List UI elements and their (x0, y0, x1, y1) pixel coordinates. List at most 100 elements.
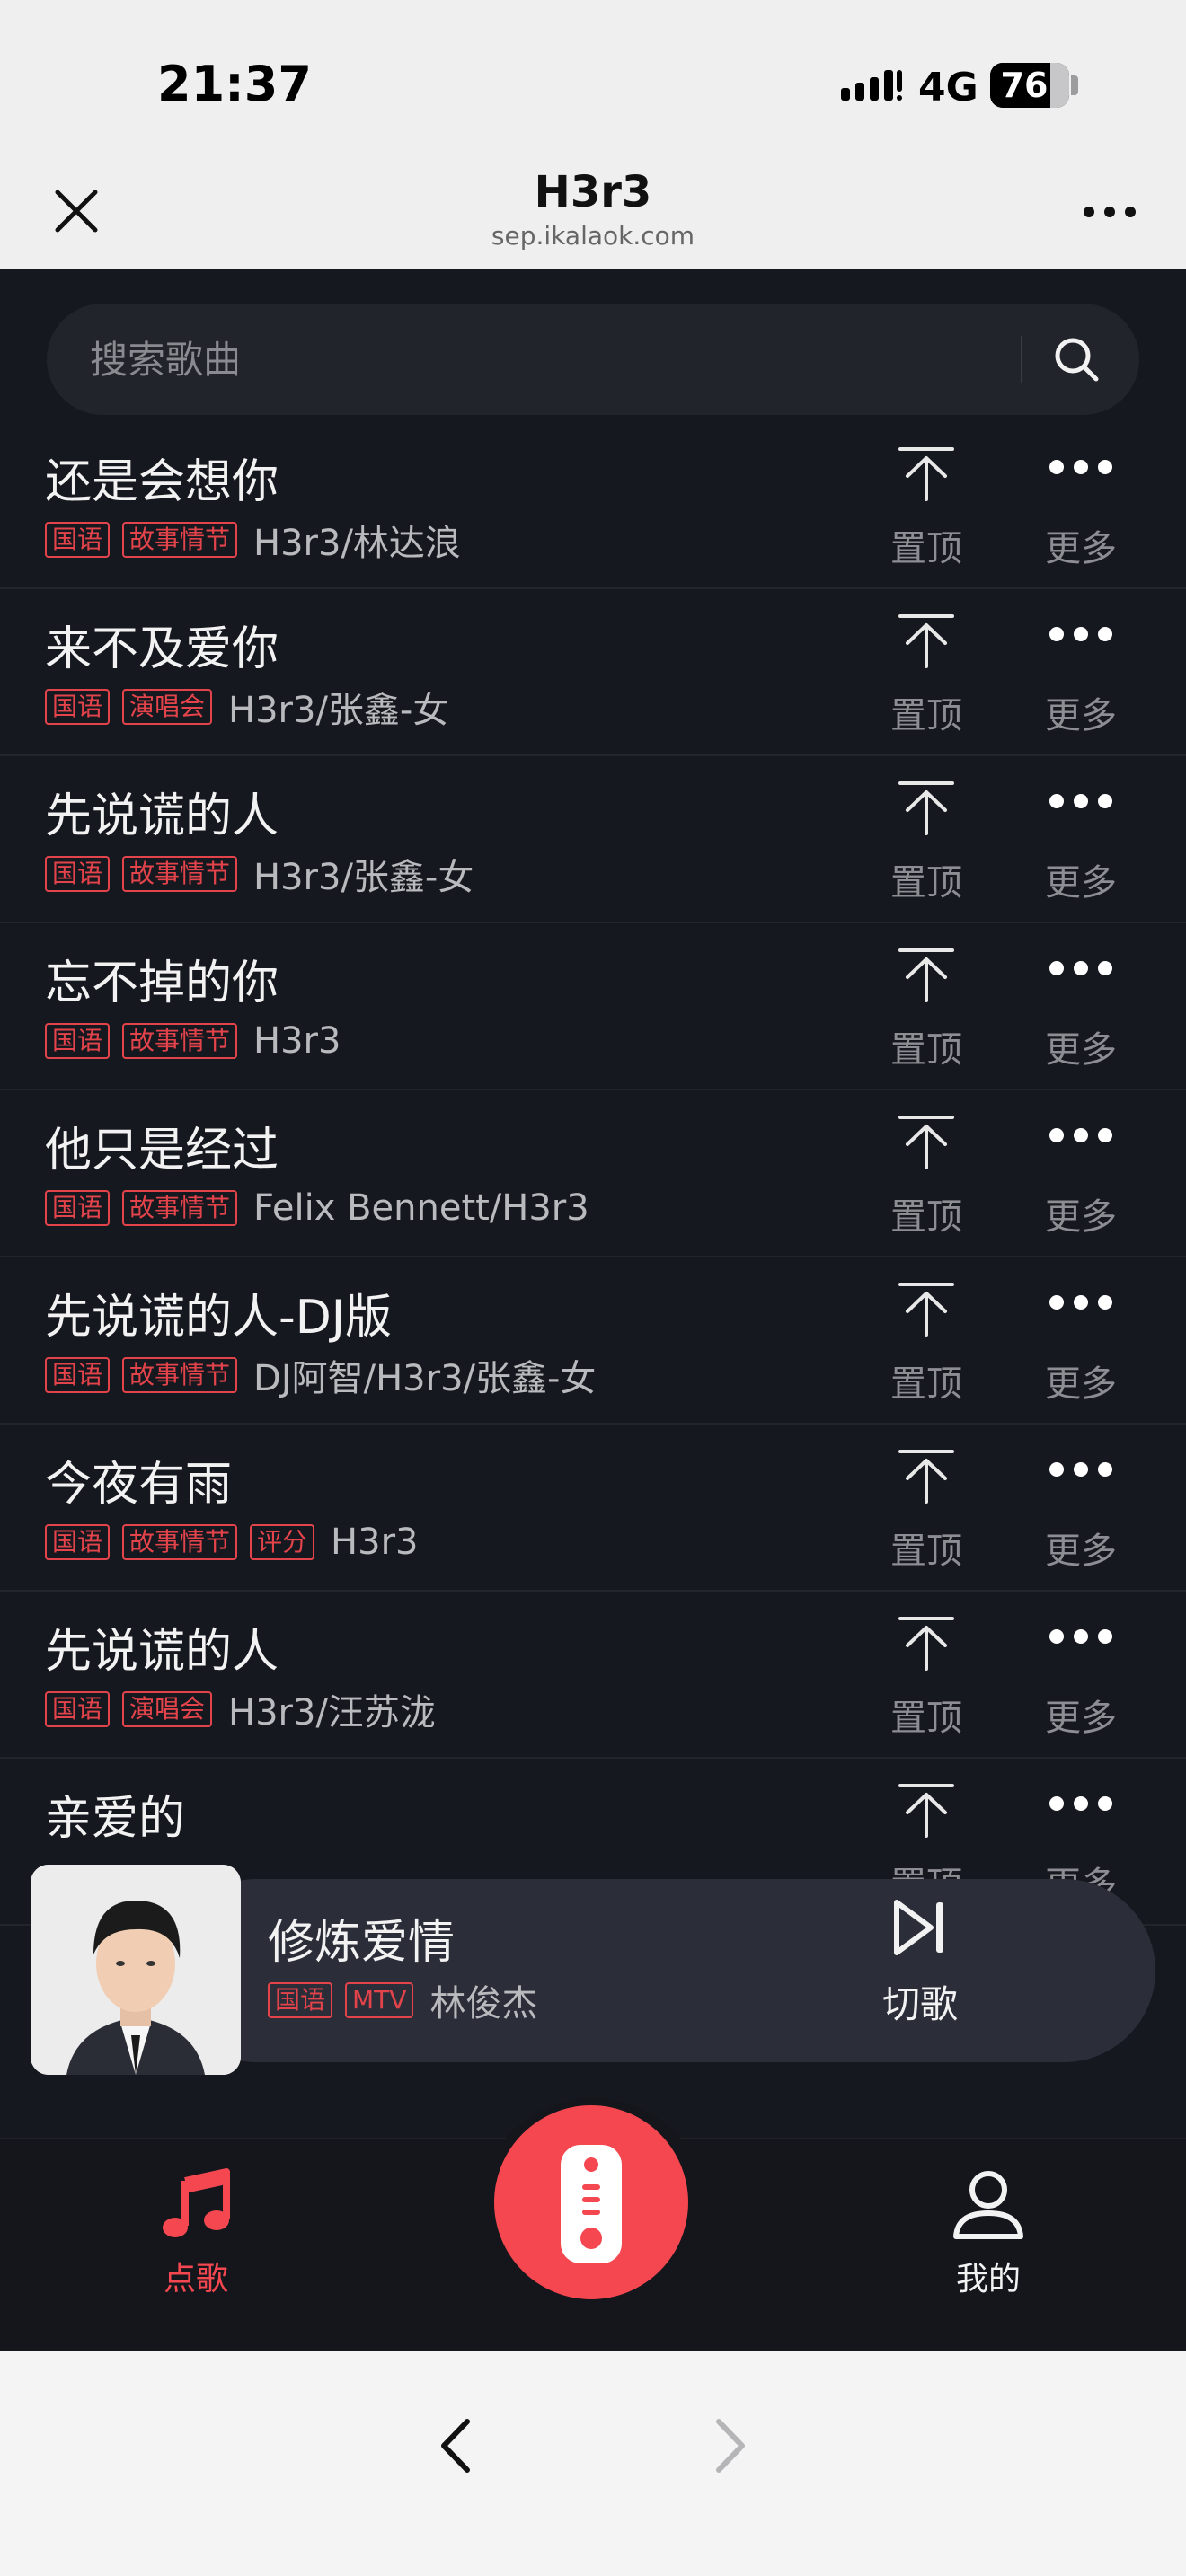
forward-icon[interactable] (703, 2414, 757, 2477)
now-playing-meta: 国语 MTV 林俊杰 (268, 1978, 537, 2025)
pin-top-label: 置顶 (890, 528, 962, 569)
more-icon[interactable] (1078, 194, 1141, 230)
pin-top-button[interactable]: 置顶 (877, 1441, 976, 1575)
song-title: 先说谎的人 (45, 1625, 279, 1679)
dots-icon (1049, 794, 1112, 808)
more-button[interactable]: 更多 (1031, 438, 1130, 573)
pin-top-label: 置顶 (890, 862, 962, 904)
pin-top-label: 置顶 (890, 1698, 962, 1739)
pin-top-icon (898, 447, 954, 501)
remote-icon (561, 2145, 622, 2263)
song-artist: H3r3/汪苏泷 (228, 1692, 436, 1734)
search-icon[interactable] (1049, 332, 1103, 386)
song-artist: DJ阿智/H3r3/张鑫-女 (253, 1358, 597, 1399)
dots-icon (1049, 1128, 1112, 1142)
dots-icon (1049, 961, 1112, 975)
pin-top-button[interactable]: 置顶 (877, 605, 976, 740)
pin-top-button[interactable]: 置顶 (877, 940, 976, 1074)
song-tag: 演唱会 (122, 689, 213, 725)
more-button[interactable]: 更多 (1031, 940, 1130, 1074)
song-title: 先说谎的人 (45, 790, 279, 843)
dots-icon (1049, 1629, 1112, 1644)
song-tag: 国语 (45, 1190, 111, 1226)
now-playing-card[interactable]: 修炼爱情 国语 MTV 林俊杰 切歌 (31, 1865, 1155, 2075)
now-playing-tag: MTV (345, 1982, 414, 2018)
tab-mine[interactable]: 我的 (898, 2166, 1078, 2328)
song-tag: 演唱会 (122, 1691, 213, 1727)
pin-top-label: 置顶 (890, 1196, 962, 1238)
skip-label: 切歌 (881, 1982, 958, 2026)
status-time: 21:37 (157, 56, 312, 112)
tab-mine-label: 我的 (955, 2261, 1021, 2298)
dots-icon (1049, 1295, 1112, 1310)
pin-top-label: 置顶 (890, 1029, 962, 1071)
song-row[interactable]: 还是会想你 国语 故事情节 H3r3/林达浪 置顶 更多 (0, 422, 1186, 589)
pin-top-icon (898, 1116, 954, 1169)
browser-toolbar (0, 2351, 1186, 2576)
tab-songs-label: 点歌 (163, 2261, 228, 2298)
song-row[interactable]: 先说谎的人国语 故事情节 H3r3/张鑫-女 置顶 更多 (0, 756, 1186, 923)
pin-top-button[interactable]: 置顶 (877, 772, 976, 907)
song-row[interactable]: 他只是经过 国语 故事情节 Felix Bennett/H3r3 置顶 更多 (0, 1090, 1186, 1257)
search-divider (1021, 336, 1022, 383)
song-title: 还是会想你 (45, 455, 279, 509)
more-button[interactable]: 更多 (1031, 1441, 1130, 1575)
pin-top-button[interactable]: 置顶 (877, 1608, 976, 1742)
more-button[interactable]: 更多 (1031, 605, 1130, 740)
more-label: 更多 (1045, 1698, 1117, 1739)
search-bar (47, 304, 1139, 415)
song-tag: 故事情节 (122, 1357, 238, 1393)
status-bar: 21:37 4G 76 (0, 0, 1186, 153)
song-row[interactable]: 今夜有雨 国语 故事情节 评分 H3r3 置顶 更多 (0, 1425, 1186, 1592)
page-title: H3r3 (534, 167, 652, 217)
song-meta: 国语 故事情节 H3r3/张鑫-女 (45, 851, 474, 898)
more-label: 更多 (1045, 1531, 1117, 1572)
song-tag: 国语 (45, 1691, 111, 1727)
now-playing-artist: 林俊杰 (429, 1983, 538, 2025)
more-button[interactable]: 更多 (1031, 772, 1130, 907)
song-artist: H3r3/张鑫-女 (228, 690, 449, 731)
dots-icon (1049, 460, 1112, 474)
song-row[interactable]: 来不及爱你 国语 演唱会 H3r3/张鑫-女 置顶 更多 (0, 589, 1186, 756)
pin-top-button[interactable]: 置顶 (877, 1274, 976, 1408)
song-title: 先说谎的人-DJ版 (45, 1291, 393, 1345)
more-button[interactable]: 更多 (1031, 1107, 1130, 1241)
song-artist: H3r3 (331, 1522, 419, 1563)
app: 21:37 4G 76 H3r3 sep.ikalaok.com 搜索歌曲 还是… (0, 0, 1186, 2576)
battery-tip (1071, 75, 1078, 95)
pin-top-button[interactable]: 置顶 (877, 1107, 976, 1241)
song-meta: 国语 故事情节 DJ阿智/H3r3/张鑫-女 (45, 1353, 596, 1399)
song-tag: 国语 (45, 522, 111, 558)
album-cover[interactable] (31, 1865, 241, 2075)
remote-button[interactable] (494, 2105, 688, 2299)
page-domain: sep.ikalaok.com (491, 221, 695, 251)
song-row[interactable]: 先说谎的人-DJ版 国语 故事情节 DJ阿智/H3r3/张鑫-女 置顶 更多 (0, 1257, 1186, 1425)
more-button[interactable]: 更多 (1031, 1608, 1130, 1742)
dots-icon (1049, 627, 1112, 641)
pin-top-button[interactable]: 置顶 (877, 438, 976, 573)
song-row[interactable]: 先说谎的人国语 演唱会 H3r3/汪苏泷 置顶 更多 (0, 1592, 1186, 1759)
song-tag: 故事情节 (122, 1524, 238, 1560)
pin-top-icon (898, 1617, 954, 1671)
more-label: 更多 (1045, 862, 1117, 904)
pin-top-label: 置顶 (890, 695, 962, 737)
pin-top-icon (898, 614, 954, 668)
battery-icon: 76 (990, 63, 1069, 108)
song-row[interactable]: 忘不掉的你 国语 故事情节 H3r3 置顶 更多 (0, 923, 1186, 1090)
song-artist: H3r3/张鑫-女 (253, 857, 474, 898)
battery-level: 76 (1000, 66, 1049, 105)
more-button[interactable]: 更多 (1031, 1274, 1130, 1408)
skip-button[interactable]: 切歌 (857, 1892, 983, 2044)
song-meta: 国语 故事情节 H3r3 (45, 1019, 341, 1063)
song-tag: 国语 (45, 1524, 111, 1560)
pin-top-icon (898, 1784, 954, 1838)
song-artist: H3r3/林达浪 (253, 523, 461, 564)
song-artist: H3r3 (253, 1020, 341, 1062)
tab-songs[interactable]: 点歌 (106, 2166, 286, 2328)
pin-top-label: 置顶 (890, 1531, 962, 1572)
search-input[interactable] (90, 304, 988, 415)
back-icon[interactable] (429, 2414, 483, 2477)
song-artist: Felix Bennett/H3r3 (253, 1187, 589, 1229)
song-tag: 国语 (45, 689, 111, 725)
skip-next-icon (894, 1900, 943, 1955)
